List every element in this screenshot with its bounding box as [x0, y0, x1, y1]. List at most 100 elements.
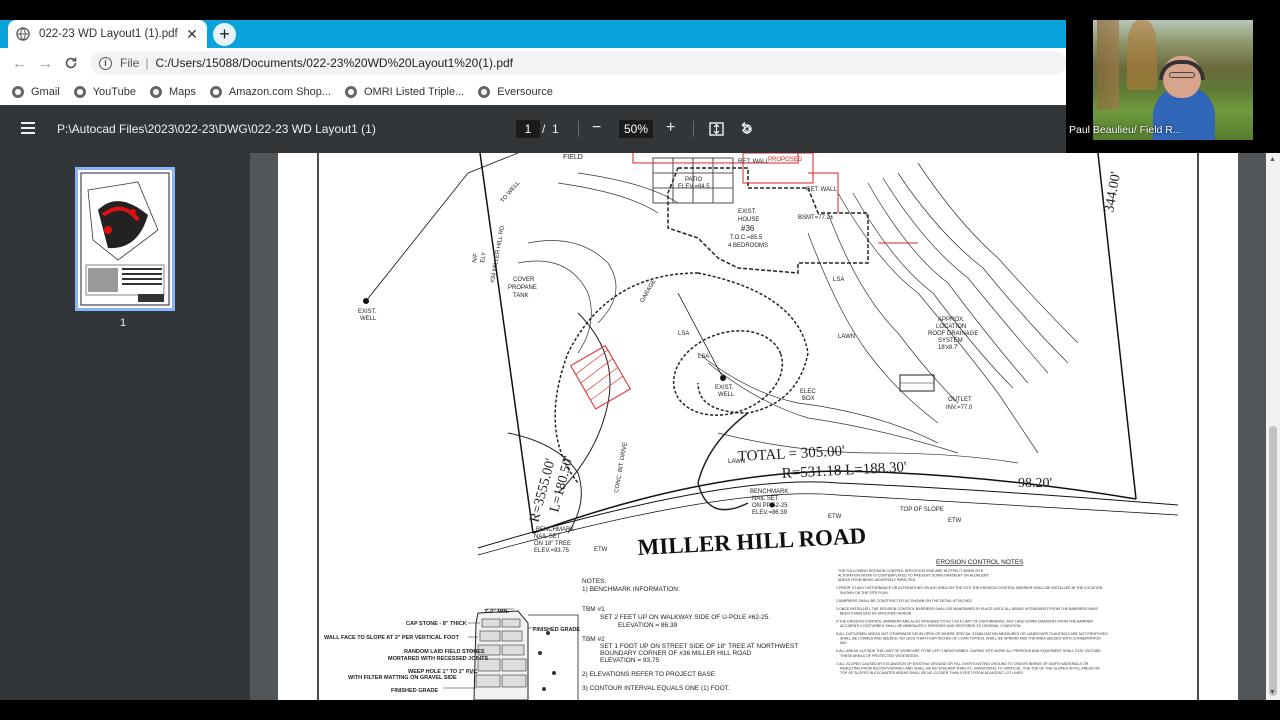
bookmark-youtube[interactable]: YouTube	[73, 85, 136, 98]
reload-icon[interactable]	[64, 56, 78, 70]
drawing-label: NAIL SET	[534, 534, 561, 540]
note-line: 1) BENCHMARK INFORMATION:	[582, 586, 680, 593]
erosion-note-line: 3.ONCE INSTALLED, THE EROSION CONTROL BA…	[836, 607, 1098, 611]
bookmark-omri[interactable]: OMRI Listed Triple...	[344, 85, 465, 98]
drawing-label: BENCHMARK	[536, 527, 574, 533]
drawing-label: SYSTEM	[938, 338, 963, 344]
note-line: 2) ELEVATIONS REFER TO PROJECT BASE	[582, 671, 716, 678]
erosion-note-line: SHOWN ON THE SITE PLAN.	[840, 591, 889, 595]
drawing-label: BOX	[802, 396, 815, 402]
bookmark-label: Eversource	[497, 85, 553, 98]
drawing-label: NAIL SET	[752, 496, 779, 502]
divider	[693, 121, 694, 137]
drawing-label: ROOF DRAINAGE	[928, 331, 978, 337]
pdf-title: P:\Autocad Files\2023\022-23\DWG\022-23 …	[57, 122, 376, 136]
page-thumbnail[interactable]	[75, 167, 175, 311]
browser-tab[interactable]: 022-23 WD Layout1 (1).pdf ✕	[8, 20, 207, 48]
zoom-out-icon[interactable]: −	[592, 119, 601, 137]
note-line: ELEVATION = 86.39	[618, 622, 678, 629]
tab-strip: 022-23 WD Layout1 (1).pdf ✕ +	[0, 20, 1066, 48]
browser-toolbar: ← → i File | C:/Users/15088/Documents/02…	[0, 48, 1066, 78]
bottom-bar	[0, 700, 1280, 720]
drawing-label: EXIST.	[358, 309, 377, 315]
bookmark-label: YouTube	[92, 85, 136, 98]
curve-params: R=531.18 L=188.30'	[781, 459, 907, 482]
drawing-label: PROPOSED	[768, 157, 803, 163]
house-label: HOUSE	[738, 217, 759, 223]
drawing-label: ELEV.=86.39	[752, 510, 788, 516]
drawing-label: APPROX.	[938, 317, 965, 323]
note-line: ELEVATION = 93.75	[600, 657, 660, 664]
wall-detail-label: 3'-0" MIN.	[484, 609, 509, 615]
bookmark-maps[interactable]: Maps	[149, 85, 196, 98]
erosion-note-line: 5.ALL DISTURBED AREAS NOT OTHERWISE DEVE…	[836, 632, 1108, 636]
back-icon[interactable]: ←	[12, 55, 27, 72]
forward-icon[interactable]: →	[38, 55, 53, 72]
screen: 022-23 WD Layout1 (1).pdf ✕ + ← → i File…	[0, 0, 1280, 720]
erosion-note-line: SHALL BE LOAMED AND SEEDED. NO LESS THAN…	[840, 637, 1101, 641]
globe-icon	[344, 85, 357, 98]
close-tab-icon[interactable]: ✕	[185, 26, 199, 43]
scroll-down-icon[interactable]: ▼	[1269, 689, 1276, 696]
erosion-note-line: BEEN STABILIZED AS SPECIFIED HEREIN.	[840, 611, 912, 615]
road-name: MILLER HILL ROAD	[637, 523, 867, 560]
globe-icon	[16, 27, 30, 41]
pdf-viewer[interactable]: PROPOSED FIELD PATIO ELEV.=84.5 RET. WAL…	[250, 153, 1266, 700]
bookmark-label: OMRI Listed Triple...	[363, 85, 465, 98]
drawing-label: #34 MILLER HILL RD.	[490, 223, 506, 283]
globe-icon	[12, 85, 24, 98]
drawing-label: LSA	[698, 354, 709, 360]
drawing-label: PATIO	[685, 177, 702, 183]
note-line: TBM #1	[582, 606, 605, 613]
house-label: EXIST.	[738, 209, 757, 215]
new-tab-button[interactable]: +	[213, 23, 236, 46]
zoom-in-icon[interactable]: +	[666, 119, 675, 137]
url-separator: |	[145, 56, 149, 70]
curve-total: TOTAL = 305.00'	[737, 443, 845, 465]
drawing-label: ETW	[594, 547, 608, 553]
drawing-label: N/F	[472, 252, 480, 263]
wall-detail-label: CAP STONE - 8" THICK	[406, 621, 467, 627]
drawing-label: BENCHMARK	[750, 489, 788, 495]
erosion-note-line: ALTERATION WORK IS CONTEMPLATED TO PREVE…	[838, 574, 989, 578]
fit-page-icon[interactable]	[709, 122, 724, 136]
drawing-label: TOP OF SLOPE	[900, 507, 944, 513]
erosion-note-line: THESE AREAS OF PROTECTED VEGETATION.	[840, 654, 919, 658]
drawing-label: WELL	[360, 316, 377, 322]
page-number-input[interactable]: 1	[516, 120, 540, 138]
distance-label: 344.00'	[1102, 171, 1124, 214]
zoom-input[interactable]: 50%	[619, 120, 653, 138]
erosion-note-line: ACCIDENTLY DISTURBED SHALL BE IMMEDIATEL…	[840, 624, 1021, 628]
bookmark-gmail[interactable]: Gmail	[12, 85, 60, 98]
scroll-up-icon[interactable]: ▲	[1269, 156, 1276, 163]
bookmark-eversource[interactable]: Eversource	[478, 85, 553, 98]
drawing-label: BSMT=77.2±	[798, 215, 834, 221]
erosion-note-line: RESULTING FROM RECONTOURING LAND SHALL B…	[840, 666, 1100, 670]
drawing-label: CONC. BIT. DRIVE	[614, 442, 629, 494]
rotate-icon[interactable]	[739, 121, 755, 137]
page-separator: /	[542, 122, 546, 136]
vertical-scrollbar[interactable]: ▲ ▼	[1266, 153, 1280, 700]
bookmark-amazon[interactable]: Amazon.com Shop...	[209, 85, 331, 98]
drawing-label: LSA	[678, 331, 689, 337]
menu-icon[interactable]	[21, 122, 35, 134]
drawing-label: WELL	[718, 392, 735, 398]
drawing-label: OUTLET	[948, 397, 972, 403]
globe-icon	[209, 85, 222, 98]
drawing-label: LAWN	[838, 334, 855, 340]
info-icon[interactable]: i	[99, 56, 112, 70]
scrollbar-thumb[interactable]	[1269, 426, 1277, 696]
total-pages: 1	[552, 122, 559, 136]
bookmark-label: Gmail	[31, 85, 60, 98]
address-bar[interactable]: i File | C:/Users/15088/Documents/022-23…	[90, 51, 1066, 75]
site-plan-drawing: PROPOSED FIELD PATIO ELEV.=84.5 RET. WAL…	[317, 153, 1199, 700]
globe-icon	[149, 85, 162, 98]
house-label: T.O.C.=85.5	[730, 235, 763, 241]
erosion-note-line: THE FOLLOWING EROSION CONTROL SPECIFICAT…	[838, 569, 984, 573]
globe-icon	[478, 85, 491, 98]
thumbnail-sidebar: 1	[0, 153, 250, 700]
wall-detail-label: FINISHED GRADE	[391, 688, 438, 694]
thumbnail-image	[80, 172, 170, 306]
drawing-label: COVER	[513, 277, 535, 283]
erosion-note-line: MIX.	[840, 641, 847, 645]
